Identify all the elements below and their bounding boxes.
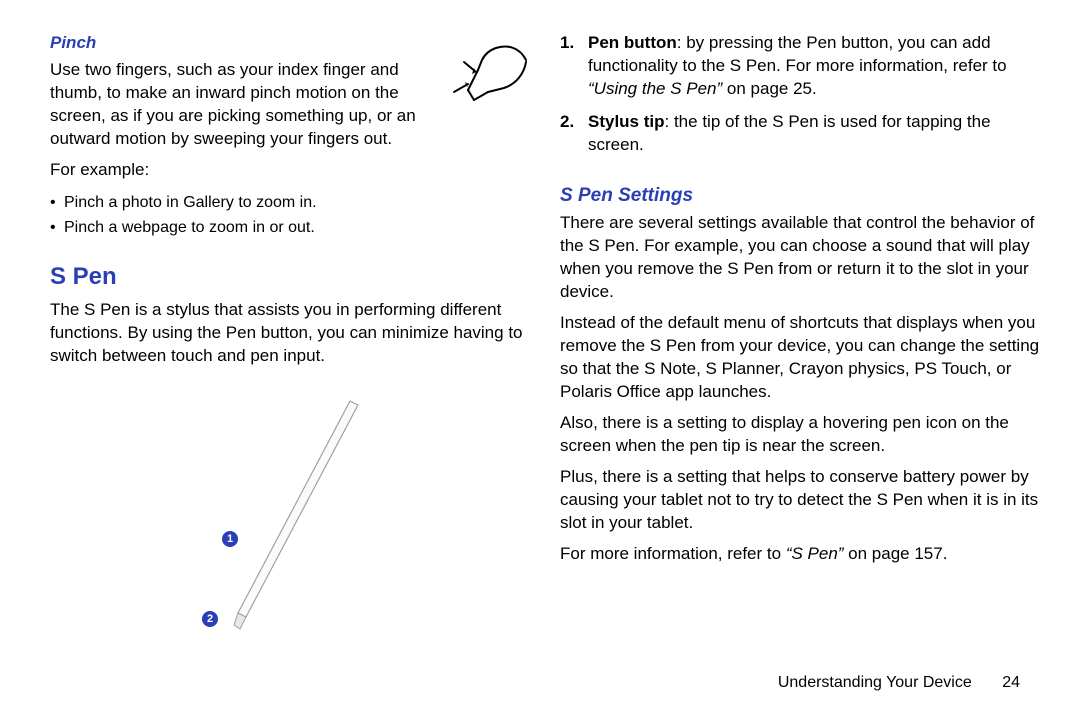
s-pen-body: The S Pen is a stylus that assists you i…	[50, 299, 530, 368]
for-example-label: For example:	[50, 159, 530, 182]
item-ref: “Using the S Pen”	[588, 79, 722, 98]
footer-section-title: Understanding Your Device	[778, 674, 972, 691]
document-page: Pinch Use two fingers, such as your inde…	[0, 0, 1080, 720]
item-label: Pen button	[588, 33, 677, 52]
pinch-body: Use two fingers, such as your index fing…	[50, 59, 430, 151]
list-item: Pinch a photo in Gallery to zoom in.	[50, 192, 530, 214]
item-body-tail: on page 25.	[722, 79, 817, 98]
page-footer: Understanding Your Device 24	[778, 674, 1020, 692]
settings-p4: Plus, there is a setting that helps to c…	[560, 466, 1040, 535]
settings-p1: There are several settings available tha…	[560, 212, 1040, 304]
heading-pinch: Pinch	[50, 32, 430, 55]
footer-page-number: 24	[1002, 674, 1020, 691]
item-number: 1.	[560, 32, 574, 55]
list-item: 1. Pen button: by pressing the Pen butto…	[560, 32, 1040, 101]
settings-p2: Instead of the default menu of shortcuts…	[560, 312, 1040, 404]
settings-p5: For more information, refer to “S Pen” o…	[560, 543, 1040, 566]
right-column: 1. Pen button: by pressing the Pen butto…	[560, 32, 1040, 690]
settings-p5-ref: “S Pen”	[786, 544, 844, 563]
pinch-examples-list: Pinch a photo in Gallery to zoom in. Pin…	[50, 188, 530, 243]
list-item: Pinch a webpage to zoom in or out.	[50, 217, 530, 239]
heading-s-pen: S Pen	[50, 261, 530, 293]
heading-s-pen-settings: S Pen Settings	[560, 183, 1040, 209]
list-item: 2. Stylus tip: the tip of the S Pen is u…	[560, 111, 1040, 157]
settings-p3: Also, there is a setting to display a ho…	[560, 412, 1040, 458]
item-number: 2.	[560, 111, 574, 134]
callout-marker: 1	[222, 531, 238, 547]
s-pen-figure: 1 2	[190, 391, 390, 641]
callout-marker: 2	[202, 611, 218, 627]
s-pen-illustration-icon	[190, 391, 390, 641]
item-label: Stylus tip	[588, 112, 665, 131]
settings-p5a: For more information, refer to	[560, 544, 786, 563]
s-pen-parts-list: 1. Pen button: by pressing the Pen butto…	[560, 32, 1040, 167]
settings-p5b: on page 157.	[843, 544, 947, 563]
pinch-section: Pinch Use two fingers, such as your inde…	[50, 32, 530, 159]
pinch-gesture-icon	[438, 40, 530, 112]
left-column: Pinch Use two fingers, such as your inde…	[50, 32, 530, 690]
